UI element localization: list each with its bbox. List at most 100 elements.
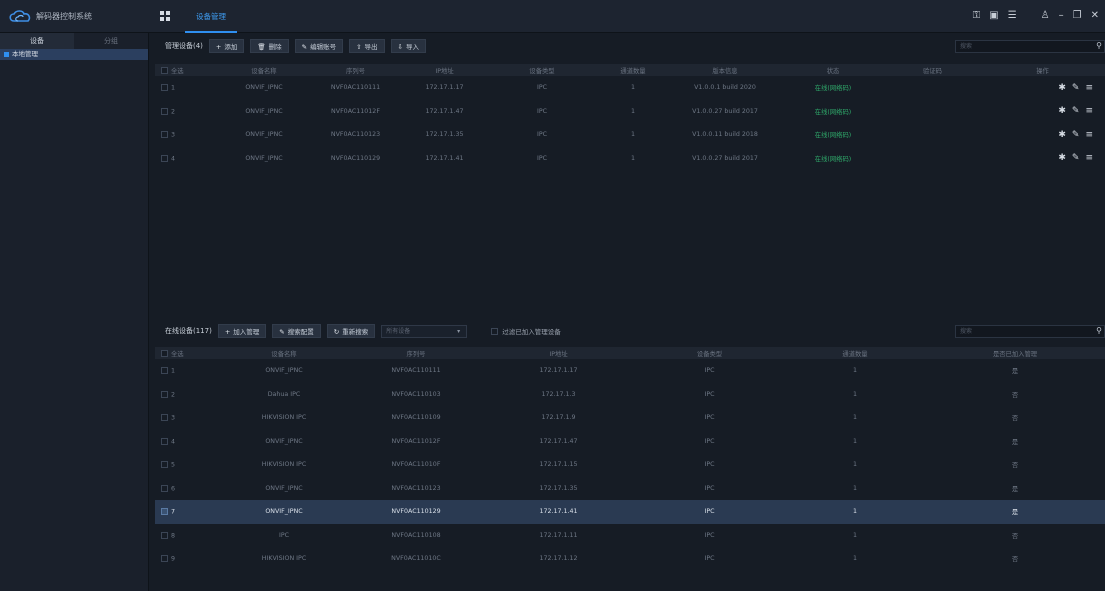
col-device-type: 设备类型 xyxy=(487,64,597,76)
import-icon: ⇩ xyxy=(397,43,403,51)
row-checkbox[interactable] xyxy=(161,367,168,374)
edit-icon[interactable]: ✎ xyxy=(1072,130,1086,140)
col-ip: IP地址 xyxy=(483,347,634,359)
plus-icon: + xyxy=(215,43,222,51)
col-status: 状态 xyxy=(781,64,885,76)
minimize-icon[interactable]: – xyxy=(1059,10,1064,22)
status-badge: 在线(网络码) xyxy=(814,85,852,93)
edit-icon[interactable]: ✎ xyxy=(1072,106,1086,116)
table-row[interactable]: 2 Dahua IPC NVF0AC110103 172.17.1.3 IPC 1 否 xyxy=(155,383,1105,407)
add-button[interactable]: + 添加 xyxy=(208,39,245,53)
table-row[interactable]: 8 IPC NVF0AC110108 172.17.1.11 IPC 1 否 xyxy=(155,524,1105,548)
row-checkbox[interactable] xyxy=(161,390,168,398)
settings-icon[interactable]: ✱ xyxy=(1058,153,1072,163)
pencil-icon: ✎ xyxy=(301,43,308,51)
table-row-selected[interactable]: 7 ONVIF_IPNC NVF0AC110129 172.17.1.41 IPC 1 是 xyxy=(155,500,1105,524)
online-toolbar: 在线设备(117) +加入管理 ✎搜索配置 ↻重新搜索 所有设备 过滤已加入管理… xyxy=(155,321,1105,341)
table-row[interactable]: 1 ONVIF_IPNC NVF0AC110111 172.17.1.17 IP… xyxy=(155,76,1105,100)
status-badge: 在线(网络码) xyxy=(814,108,852,116)
device-filter-dropdown[interactable]: 所有设备 xyxy=(381,324,468,338)
col-device-name: 设备名称 xyxy=(219,347,349,359)
edit-account-button[interactable]: ✎ 编辑账号 xyxy=(294,39,344,53)
tab-device-management[interactable]: 设备管理 xyxy=(185,0,237,33)
table-row[interactable]: 5 HIKVISION IPC NVF0AC11010F 172.17.1.15 IP… xyxy=(155,453,1105,477)
menu-icon[interactable]: ≡ xyxy=(1085,153,1099,163)
search-config-button[interactable]: ✎ 搜索配置 xyxy=(272,324,321,338)
online-search-input[interactable]: 搜索 ⚲ xyxy=(955,324,1105,338)
managed-search-input[interactable]: 搜索 ⚲ xyxy=(955,39,1105,53)
table-row[interactable]: 4 ONVIF_IPNC NVF0AC110129 172.17.1.41 IP… xyxy=(155,147,1105,171)
menu-icon[interactable]: ≡ xyxy=(1085,106,1099,116)
settings-icon[interactable]: ✱ xyxy=(1058,83,1072,93)
monitor-icon[interactable]: ▣ xyxy=(989,10,998,22)
table-row[interactable]: 3 HIKVISION IPC NVF0AC110109 172.17.1.9 IPC… xyxy=(155,406,1105,430)
export-button[interactable]: ⇧ 导出 xyxy=(349,39,385,53)
delete-button[interactable]: 🗑 删除 xyxy=(250,39,289,53)
menu-icon[interactable]: ≡ xyxy=(1085,83,1099,93)
pencil-icon: ✎ xyxy=(279,328,285,336)
restore-icon[interactable]: ❐ xyxy=(1073,10,1082,22)
row-checkbox[interactable] xyxy=(161,531,168,539)
main-content: 管理设备(4) + 添加 🗑 删除 ✎ 编辑账号 ⇧ 导出 ⇩ 导入 搜索 ⚲ 全选 设备… xyxy=(155,36,1105,591)
plus-icon: + xyxy=(224,328,231,336)
list-icon[interactable]: ☰ xyxy=(1008,10,1017,22)
sidebar-item-local-management[interactable]: 本地管理 xyxy=(0,49,148,60)
close-icon[interactable]: ✕ xyxy=(1091,10,1099,22)
col-is-managed: 是否已加入管理 xyxy=(925,347,1105,359)
select-all-checkbox[interactable]: 全选 xyxy=(155,347,219,359)
managed-table-header: 全选 设备名称 序列号 IP地址 设备类型 通道数量 版本信息 状态 验证码 操… xyxy=(155,64,1105,76)
col-channels: 通道数量 xyxy=(597,64,669,76)
row-checkbox[interactable] xyxy=(161,461,168,468)
search-icon[interactable]: ⚲ xyxy=(1096,325,1102,336)
col-actions: 操作 xyxy=(980,64,1105,76)
import-button[interactable]: ⇩ 导入 xyxy=(390,39,426,53)
edit-icon[interactable]: ✎ xyxy=(1072,83,1086,93)
folder-icon xyxy=(4,52,9,57)
col-verify-code: 验证码 xyxy=(885,64,980,76)
managed-toolbar: 管理设备(4) + 添加 🗑 删除 ✎ 编辑账号 ⇧ 导出 ⇩ 导入 搜索 ⚲ xyxy=(155,36,1105,56)
window-controls: ⚿ ▣ ☰ ♙ – ❐ ✕ xyxy=(973,10,1099,22)
user-icon[interactable]: ♙ xyxy=(1041,10,1050,22)
settings-icon[interactable]: ✱ xyxy=(1058,130,1072,140)
app-title: 解码器控制系统 xyxy=(36,12,92,21)
settings-icon[interactable]: ✱ xyxy=(1058,106,1072,116)
table-row[interactable]: 2 ONVIF_IPNC NVF0AC11012F 172.17.1.47 IP… xyxy=(155,100,1105,124)
search-icon[interactable]: ⚲ xyxy=(1096,40,1102,51)
row-checkbox[interactable] xyxy=(161,154,168,162)
status-badge: 在线(网络码) xyxy=(814,155,852,163)
row-checkbox[interactable] xyxy=(161,107,168,115)
filter-managed-checkbox[interactable]: 过滤已加入管理设备 xyxy=(491,326,561,336)
table-row[interactable]: 9 HIKVISION IPC NVF0AC11010C 172.17.1.12 IP… xyxy=(155,547,1105,571)
add-manage-button[interactable]: + 加入管理 xyxy=(217,324,267,338)
status-badge: 在线(网络码) xyxy=(814,132,852,140)
app-logo-icon xyxy=(9,10,31,22)
apps-grid-icon[interactable] xyxy=(160,11,170,21)
lock-icon[interactable]: ⚿ xyxy=(973,10,981,22)
table-row[interactable]: 6 ONVIF_IPNC NVF0AC110123 172.17.1.35 IPC 1 是 xyxy=(155,477,1105,501)
trash-icon: 🗑 xyxy=(257,43,266,51)
col-device-type: 设备类型 xyxy=(634,347,785,359)
col-serial: 序列号 xyxy=(349,347,483,359)
menu-icon[interactable]: ≡ xyxy=(1085,130,1099,140)
table-row[interactable]: 3 ONVIF_IPNC NVF0AC110123 172.17.1.35 IP… xyxy=(155,123,1105,147)
row-checkbox[interactable] xyxy=(161,484,168,492)
select-all-checkbox[interactable]: 全选 xyxy=(155,64,219,76)
edit-icon[interactable]: ✎ xyxy=(1072,153,1086,163)
title-bar: 解码器控制系统 设备管理 ⚿ ▣ ☰ ♙ – ❐ ✕ xyxy=(0,0,1105,33)
row-checkbox[interactable] xyxy=(161,84,168,91)
row-checkbox[interactable] xyxy=(161,414,168,421)
sidebar-tab-groups[interactable]: 分组 xyxy=(74,33,148,49)
row-checkbox[interactable] xyxy=(161,437,168,445)
research-button[interactable]: ↻ 重新搜索 xyxy=(326,324,376,338)
col-device-name: 设备名称 xyxy=(219,64,309,76)
table-row[interactable]: 1 ONVIF_IPNC NVF0AC110111 172.17.1.17 IPC 1 是 xyxy=(155,359,1105,383)
online-devices-table: 全选 设备名称 序列号 IP地址 设备类型 通道数量 是否已加入管理 1 ONV… xyxy=(155,347,1105,571)
row-checkbox[interactable] xyxy=(161,508,168,515)
sidebar-tab-devices[interactable]: 设备 xyxy=(0,33,74,49)
sidebar-item-label: 本地管理 xyxy=(12,50,38,58)
row-checkbox[interactable] xyxy=(161,131,168,138)
table-row[interactable]: 4 ONVIF_IPNC NVF0AC11012F 172.17.1.47 IPC 1 是 xyxy=(155,430,1105,454)
online-devices-title: 在线设备(117) xyxy=(165,327,212,335)
export-icon: ⇧ xyxy=(356,43,362,51)
row-checkbox[interactable] xyxy=(161,555,168,562)
